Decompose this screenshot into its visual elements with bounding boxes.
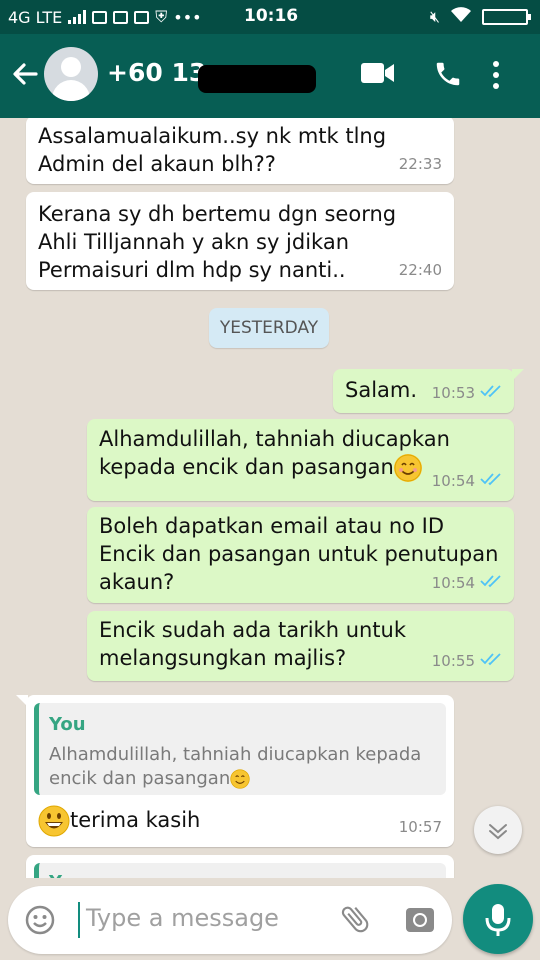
read-receipt-icon [480,569,502,597]
message-input[interactable]: Type a message [86,904,279,932]
read-receipt-icon [480,647,502,675]
facebook-icon [92,10,108,24]
message-outgoing[interactable]: Boleh dapatkan email atau no ID Encik da… [87,507,514,603]
message-outgoing[interactable]: Alhamdulillah, tahniah diucapkan kepada … [87,419,514,501]
message-time: 10:54 [431,574,475,592]
grinning-emoji-icon [38,805,70,837]
attach-icon[interactable] [338,902,372,940]
message-text: terima kasih [38,805,200,837]
composer: Type a message [0,878,540,960]
date-divider: YESTERDAY [209,308,329,348]
message-text: Assalamualaikum..sy nk mtk tlng Admin de… [38,124,387,176]
back-arrow-icon[interactable] [8,58,40,90]
signal-icon [68,10,87,24]
mute-icon: 🔇︎ [429,7,440,26]
message-incoming[interactable]: Assalamualaikum..sy nk mtk tlng Admin de… [26,118,454,184]
smiling-emoji-icon [393,454,422,482]
scroll-to-bottom-button[interactable] [474,806,522,854]
wifi-icon [450,7,472,27]
emoji-icon[interactable] [24,904,56,940]
chevron-down-icon [489,824,507,840]
smiling-emoji-icon [230,769,250,789]
message-time: 22:40 [398,261,442,279]
message-time: 10:54 [431,472,475,490]
quoted-message[interactable]: You Alhamdulillah, tahniah diucapkan kep… [34,703,446,795]
redaction-block [198,65,316,93]
camera-icon[interactable] [404,904,436,940]
avatar[interactable] [44,47,98,101]
read-receipt-icon [480,379,502,407]
mail-icon [134,10,150,24]
quoted-author: Y [49,869,62,878]
more-options-icon[interactable] [492,60,500,94]
video-call-icon[interactable] [360,60,396,90]
read-receipt-icon [480,467,502,495]
message-outgoing[interactable]: Encik sudah ada tarikh untuk melangsungk… [87,611,514,681]
message-time: 10:57 [398,818,442,836]
quoted-author: You [49,714,86,735]
message-time: 22:33 [398,155,442,173]
voice-call-icon[interactable] [433,59,463,93]
battery-icon [482,9,531,25]
status-bar: 4G LTE ⛨ ••• 10:16 🔇︎ [0,0,540,34]
message-outgoing[interactable]: Salam. 10:53 [333,369,524,413]
voice-record-button[interactable] [463,884,533,954]
chat-header: +60 13- [0,34,540,118]
more-notifications-icon: ••• [173,7,202,27]
quoted-text: Alhamdulillah, tahniah diucapkan kepada … [49,743,436,791]
clock: 10:16 [244,6,299,26]
image-icon [113,10,129,24]
message-text: Kerana sy dh bertemu dgn seorng Ahli Til… [38,202,397,282]
message-input-container[interactable]: Type a message [8,886,452,954]
message-time: 10:53 [431,384,475,402]
text-cursor [78,902,80,938]
message-incoming[interactable]: Kerana sy dh bertemu dgn seorng Ahli Til… [26,192,454,290]
message-text-body: terima kasih [70,808,201,832]
microphone-icon [485,904,511,936]
message-list[interactable]: Assalamualaikum..sy nk mtk tlng Admin de… [0,118,540,878]
message-incoming-partial[interactable]: Y [26,855,454,878]
network-label: 4G LTE [8,7,63,27]
message-incoming-reply[interactable]: You Alhamdulillah, tahniah diucapkan kep… [16,695,454,847]
message-time: 10:55 [431,652,475,670]
shield-icon: ⛨ [155,7,168,26]
